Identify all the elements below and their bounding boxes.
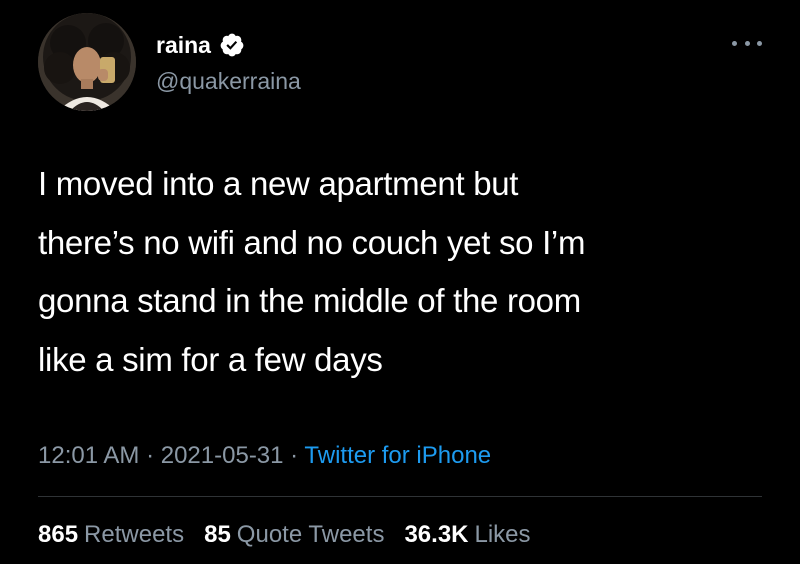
dot-icon [732, 40, 737, 46]
tweet-text-line: there’s no wifi and no couch yet so I’m [38, 223, 586, 261]
tweet-time[interactable]: 12:01 AM [38, 442, 139, 469]
retweets-label: Retweets [84, 521, 185, 548]
tweet-text: I moved into a new apartment but there’s… [38, 155, 778, 389]
tweet-date[interactable]: 2021-05-31 [161, 442, 284, 469]
tweet-stats: 865 Retweets 85 Quote Tweets 36.3K Likes [38, 519, 551, 551]
tweet-meta: 12:01 AM · 2021-05-31 · Twitter for iPho… [38, 440, 491, 472]
tweet-source-link[interactable]: Twitter for iPhone [304, 442, 491, 469]
likes-label: Likes [474, 521, 531, 548]
avatar[interactable] [38, 13, 136, 111]
dot-icon [757, 40, 762, 46]
divider [38, 496, 762, 497]
meta-separator: · [139, 442, 161, 469]
dot-icon [744, 40, 750, 46]
quote-tweets-label: Quote Tweets [236, 521, 385, 548]
user-handle[interactable]: @quakerraina [156, 67, 301, 95]
quote-tweets-count: 85 [204, 521, 231, 548]
tweet-text-line: like a sim for a few days [38, 340, 383, 378]
avatar-image [38, 13, 136, 111]
retweets-stat[interactable]: 865 Retweets [38, 519, 184, 551]
retweets-count: 865 [38, 521, 79, 548]
meta-separator: · [283, 442, 305, 469]
likes-count: 36.3K [404, 521, 469, 548]
tweet-text-line: gonna stand in the middle of the room [38, 282, 581, 319]
more-horizontal-icon[interactable] [732, 36, 762, 50]
author-name-row[interactable]: raina [156, 30, 245, 60]
quote-tweets-stat[interactable]: 85 Quote Tweets [204, 519, 384, 551]
tweet-card: raina @quakerraina I moved into a new ap… [0, 0, 800, 564]
tweet-text-line: I moved into a new apartment but [38, 165, 519, 202]
display-name[interactable]: raina [156, 30, 211, 60]
likes-stat[interactable]: 36.3K Likes [404, 519, 530, 551]
verified-badge-icon [220, 33, 244, 57]
